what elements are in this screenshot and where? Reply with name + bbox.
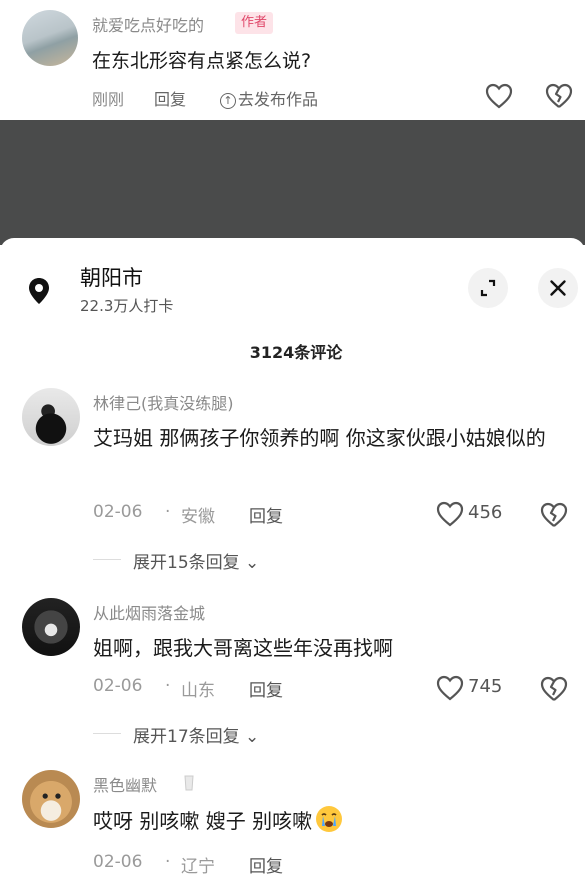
author-comment-text: 在东北形容有点紧怎么说? [92,50,312,72]
comment-item: 黑色幽默 哎呀 别咳嗽 嫂子 别咳嗽 02-06 · 辽宁 回复 [0,768,585,893]
comment-date: 02-06 [93,852,143,872]
like-button[interactable]: 456 [436,500,526,528]
divider-line [93,559,121,560]
comment-text: 哎呀 别咳嗽 嫂子 别咳嗽 [93,804,563,837]
comment-username[interactable]: 林律己(我真没练腿) [93,390,234,414]
like-count: 456 [468,502,503,523]
crying-face-icon [316,806,343,832]
location-checkins: 22.3万人打卡 [80,297,174,315]
author-badge: 作者 [235,12,274,34]
comments-sheet: 朝阳市 22.3万人打卡 3124条评论 林律己(我真没练腿) 艾玛姐 那俩孩子… [0,238,585,893]
comment-date: 02-06 [93,502,143,522]
comment-item: 林律己(我真没练腿) 艾玛姐 那俩孩子你领养的啊 你这家伙跟小姑娘似的 02-0… [0,386,585,573]
location-name[interactable]: 朝阳市 [80,262,143,292]
comments-count-title: 3124条评论 [249,343,343,362]
comment-date: 02-06 [93,676,143,696]
divider-line [93,733,121,734]
comment-meta: 02-06 · 山东 回复 [93,676,283,701]
heart-icon [436,501,464,527]
expand-replies-label: 展开17条回复 ⌄ [133,727,260,747]
publish-label: 去发布作品 [238,90,319,109]
cup-icon [184,775,194,791]
comment-meta: 02-06 · 安徽 回复 [93,502,283,527]
user-avatar[interactable] [22,388,80,446]
like-count: 745 [468,676,503,697]
broken-heart-icon[interactable] [540,675,568,703]
broken-heart-icon[interactable] [540,501,568,529]
comment-text: 艾玛姐 那俩孩子你领养的啊 你这家伙跟小姑娘似的 [93,426,546,450]
comment-region: 安徽 [181,507,215,527]
video-backdrop[interactable] [0,120,585,245]
meta-separator: · [165,676,171,696]
author-avatar[interactable] [22,10,78,66]
author-username[interactable]: 就爱吃点好吃的 [92,12,204,36]
meta-separator: · [165,852,171,872]
expand-replies-button[interactable]: 展开17条回复 ⌄ [93,722,393,747]
meta-separator: · [165,502,171,522]
expand-icon [480,279,496,297]
close-icon [550,280,566,296]
comment-text: 姐啊，跟我大哥离这些年没再找啊 [93,636,393,660]
heart-icon [436,675,464,701]
expand-button[interactable] [468,268,508,308]
author-comment: 就爱吃点好吃的 作者 在东北形容有点紧怎么说? 刚刚 回复 ↑ 去发布作品 [0,0,585,120]
close-button[interactable] [538,268,578,308]
user-avatar[interactable] [22,598,80,656]
comment-time: 刚刚 [92,90,125,109]
arrow-up-icon: ↑ [220,93,236,109]
reply-button[interactable]: 回复 [249,852,283,877]
publish-work-button[interactable]: ↑ 去发布作品 [220,86,318,110]
reply-button[interactable]: 回复 [154,86,186,110]
comment-username[interactable]: 从此烟雨落金城 [93,600,205,624]
reply-button[interactable]: 回复 [249,676,283,701]
expand-replies-button[interactable]: 展开15条回复 ⌄ [93,548,393,573]
comment-meta: 02-06 · 辽宁 回复 [93,852,283,877]
reply-button[interactable]: 回复 [249,502,283,527]
comment-item: 从此烟雨落金城 姐啊，跟我大哥离这些年没再找啊 02-06 · 山东 回复 74… [0,596,585,756]
comment-username[interactable]: 黑色幽默 [93,772,157,796]
map-pin-icon [29,278,49,304]
comment-region: 山东 [181,681,215,701]
user-avatar[interactable] [22,770,80,828]
dislike-broken-heart-icon[interactable] [545,83,573,109]
like-heart-icon[interactable] [485,83,513,109]
like-button[interactable]: 745 [436,674,526,702]
expand-replies-label: 展开15条回复 ⌄ [133,553,260,573]
comment-region: 辽宁 [181,857,215,877]
